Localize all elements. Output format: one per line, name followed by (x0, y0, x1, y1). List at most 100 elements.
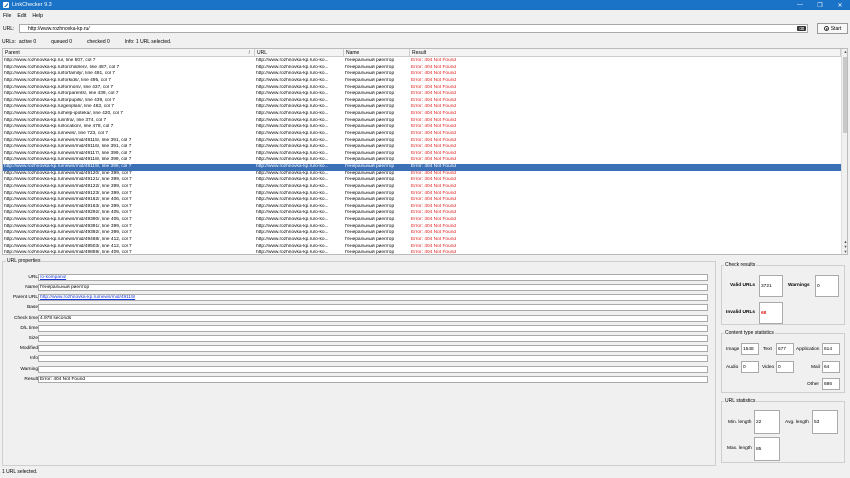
table-row[interactable]: http://www.rozhnovka-kp.ru/forparents/, … (3, 91, 841, 98)
audio-label: Audio (726, 365, 739, 370)
vertical-scrollbar[interactable]: ▲ ▲ ▼ ▼ (841, 49, 847, 254)
table-row[interactable]: http://www.rozhnovka-kp.ru/news/mid/4912… (3, 191, 841, 198)
cell-result: Error: 404 Not Found (411, 203, 457, 209)
table-row[interactable]: http://www.rozhnovka-kp.ru/news/mid/4985… (3, 250, 841, 255)
prop-check-time-value[interactable]: 4.978 seconds (38, 315, 708, 322)
table-row[interactable]: http://www.rozhnovka-kp.ru/news/mid/4912… (3, 171, 841, 178)
prop-modified-value[interactable] (38, 345, 708, 352)
scroll-thumb[interactable] (843, 57, 847, 133)
table-row[interactable]: http://www.rozhnovka-kp.ru/news/mid/4929… (3, 210, 841, 217)
clear-url-icon[interactable]: ⌫ (797, 26, 806, 31)
menu-edit[interactable]: Edit (14, 12, 29, 20)
table-row[interactable]: http://www.rozhnovka-kp.ru/news/mid/4950… (3, 244, 841, 251)
cell-result: Error: 404 Not Found (411, 130, 457, 136)
table-row[interactable]: http://www.rozhnovka-kp.ru/forfamily/, l… (3, 71, 841, 78)
table-row[interactable]: http://www.rozhnovka-kp.ru/formom/, line… (3, 85, 841, 92)
menu-help[interactable]: Help (29, 12, 46, 20)
cell-result: Error: 404 Not Found (411, 137, 457, 143)
table-row[interactable]: http://www.rozhnovka-kp.ru/forkids/, lin… (3, 78, 841, 85)
cell-result: Error: 404 Not Found (411, 97, 457, 103)
cell-result: Error: 404 Not Found (411, 164, 457, 169)
prop-info: Info (3, 355, 717, 363)
table-row[interactable]: http://www.rozhnovka-kp.ru/forchildren/,… (3, 65, 841, 72)
column-name[interactable]: Name (344, 49, 410, 57)
prop-name-value[interactable]: Генеральный риелтор (38, 284, 708, 291)
table-row[interactable]: http://www.rozhnovka-kp.ru/news/mid/4911… (3, 151, 841, 158)
cell-result: Error: 404 Not Found (411, 177, 457, 183)
table-row[interactable]: http://www.rozhnovka-kp.ru/forpupils/, l… (3, 98, 841, 105)
cell-result: Error: 404 Not Found (411, 124, 457, 130)
audio-value: 0 (741, 361, 759, 373)
progress-status: URLs: active 0 queued 0 checked 0 Info: … (2, 39, 174, 45)
url-properties-panel: URL properties URL/o-kompanii/ Name Генер… (2, 258, 717, 466)
check-results-legend: Check results (724, 262, 757, 268)
cell-name: Генеральный риелтор (345, 157, 395, 163)
scroll-down-icon[interactable]: ▼ (843, 249, 847, 254)
table-row[interactable]: http://www.rozhnovka-kp.ru/infra/, line … (3, 118, 841, 125)
cell-parent: http://www.rozhnovka-kp.ru/news/, line 7… (4, 130, 108, 136)
cell-result: Error: 404 Not Found (411, 111, 457, 116)
table-row[interactable]: http://www.rozhnovka-kp.ru/genplan/, lin… (3, 104, 841, 111)
application-label: Application (796, 347, 820, 352)
cell-url: http://www.rozhnovka-kp.ru/o-ko... (256, 137, 329, 143)
table-row[interactable]: http://www.rozhnovka-kp.ru/news/mid/4939… (3, 230, 841, 237)
table-row[interactable]: http://www.rozhnovka-kp.ru/news/mid/4911… (3, 164, 841, 171)
table-row[interactable]: http://www.rozhnovka-kp.ru/news/mid/4916… (3, 197, 841, 204)
cell-result: Error: 404 Not Found (411, 197, 457, 203)
cell-url: http://www.rozhnovka-kp.ru/o-ko... (256, 250, 329, 255)
table-row[interactable]: http://www.rozhnovka-kp.ru/location/, li… (3, 124, 841, 131)
max-length-label: Max. length (727, 446, 752, 451)
table-row[interactable]: http://www.rozhnovka-kp.ru/news/mid/4916… (3, 204, 841, 211)
restore-button[interactable]: ❐ (810, 0, 830, 10)
table-row[interactable]: http://www.rozhnovka-kp.ru/news/, line 7… (3, 131, 841, 138)
max-length-value: 85 (754, 437, 780, 461)
cell-url: http://www.rozhnovka-kp.ru/o-ko... (256, 111, 329, 116)
minimize-button[interactable]: — (790, 0, 810, 10)
cell-parent: http://www.rozhnovka-kp.ru/news/mid/4946… (4, 236, 132, 242)
cell-url: http://www.rozhnovka-kp.ru/o-ko... (256, 223, 329, 229)
column-url[interactable]: URL (255, 49, 344, 57)
cell-name: Генеральный риелтор (345, 243, 395, 249)
prop-info-value[interactable] (38, 355, 708, 362)
cell-url: http://www.rozhnovka-kp.ru/o-ko... (256, 130, 329, 136)
cell-url: http://www.rozhnovka-kp.ru/o-ko... (256, 117, 329, 123)
image-label: Image (726, 347, 740, 352)
prop-url-value[interactable]: /o-kompanii/ (38, 274, 708, 281)
cell-result: Error: 404 Not Found (411, 84, 457, 90)
valid-urls-value: 3721 (759, 275, 783, 297)
cell-parent: http://www.rozhnovka-kp.ru/news/mid/4911… (4, 137, 132, 143)
table-row[interactable]: http://www.rozhnovka-kp.ru/news/mid/4939… (3, 224, 841, 231)
cell-name: Генеральный риелтор (345, 84, 395, 90)
table-row[interactable]: http://www.rozhnovka-kp.ru/news/mid/4912… (3, 177, 841, 184)
table-row[interactable]: http://www.rozhnovka-kp.ru/news/mid/4911… (3, 138, 841, 145)
column-parent[interactable]: Parent / (3, 49, 255, 57)
prop-dl-time-value[interactable] (38, 325, 708, 332)
table-row[interactable]: http://www.rozhnovka-kp.ru/, line 507, c… (3, 58, 841, 65)
prop-result-value[interactable]: Error: 404 Not Found (38, 376, 708, 383)
table-row[interactable]: http://www.rozhnovka-kp.ru/news/mid/4939… (3, 217, 841, 224)
table-row[interactable]: http://www.rozhnovka-kp.ru/news/mid/4911… (3, 144, 841, 151)
scroll-up-icon[interactable]: ▲ (843, 49, 847, 54)
cell-parent: http://www.rozhnovka-kp.ru/news/mid/4985… (4, 250, 132, 255)
menu-file[interactable]: File (0, 12, 14, 20)
table-row[interactable]: http://www.rozhnovka-kp.ru/news/mid/4946… (3, 237, 841, 244)
prop-size-value[interactable] (38, 335, 708, 342)
prop-parent-value[interactable]: http://www.rozhnovka-kp.ru/news/mid/4911… (38, 294, 708, 301)
column-result[interactable]: Result (410, 49, 841, 57)
cell-url: http://www.rozhnovka-kp.ru/o-ko... (256, 217, 329, 222)
prop-base: Base (3, 304, 717, 312)
cell-name: Генеральный риелтор (345, 217, 395, 222)
table-row[interactable]: http://www.rozhnovka-kp.ru/news/mid/4911… (3, 157, 841, 164)
close-button[interactable]: ✕ (830, 0, 850, 10)
warnings-label: Warnings (788, 283, 810, 288)
prop-base-value[interactable] (38, 304, 708, 311)
prop-warning-value[interactable] (38, 366, 708, 373)
results-table[interactable]: Parent / URL Name Result http://www.rozhn… (2, 48, 848, 255)
start-button[interactable]: Start (817, 23, 848, 34)
table-row[interactable]: http://www.rozhnovka-kp.ru/news/mid/4912… (3, 184, 841, 191)
table-row[interactable]: http://www.rozhnovka-kp.ru/help-ipoteka/… (3, 111, 841, 118)
cell-name: Генеральный риелтор (345, 104, 395, 110)
cell-url: http://www.rozhnovka-kp.ru/o-ko... (256, 124, 329, 130)
url-input[interactable] (19, 24, 808, 33)
cell-name: Генеральный риелтор (345, 203, 395, 209)
